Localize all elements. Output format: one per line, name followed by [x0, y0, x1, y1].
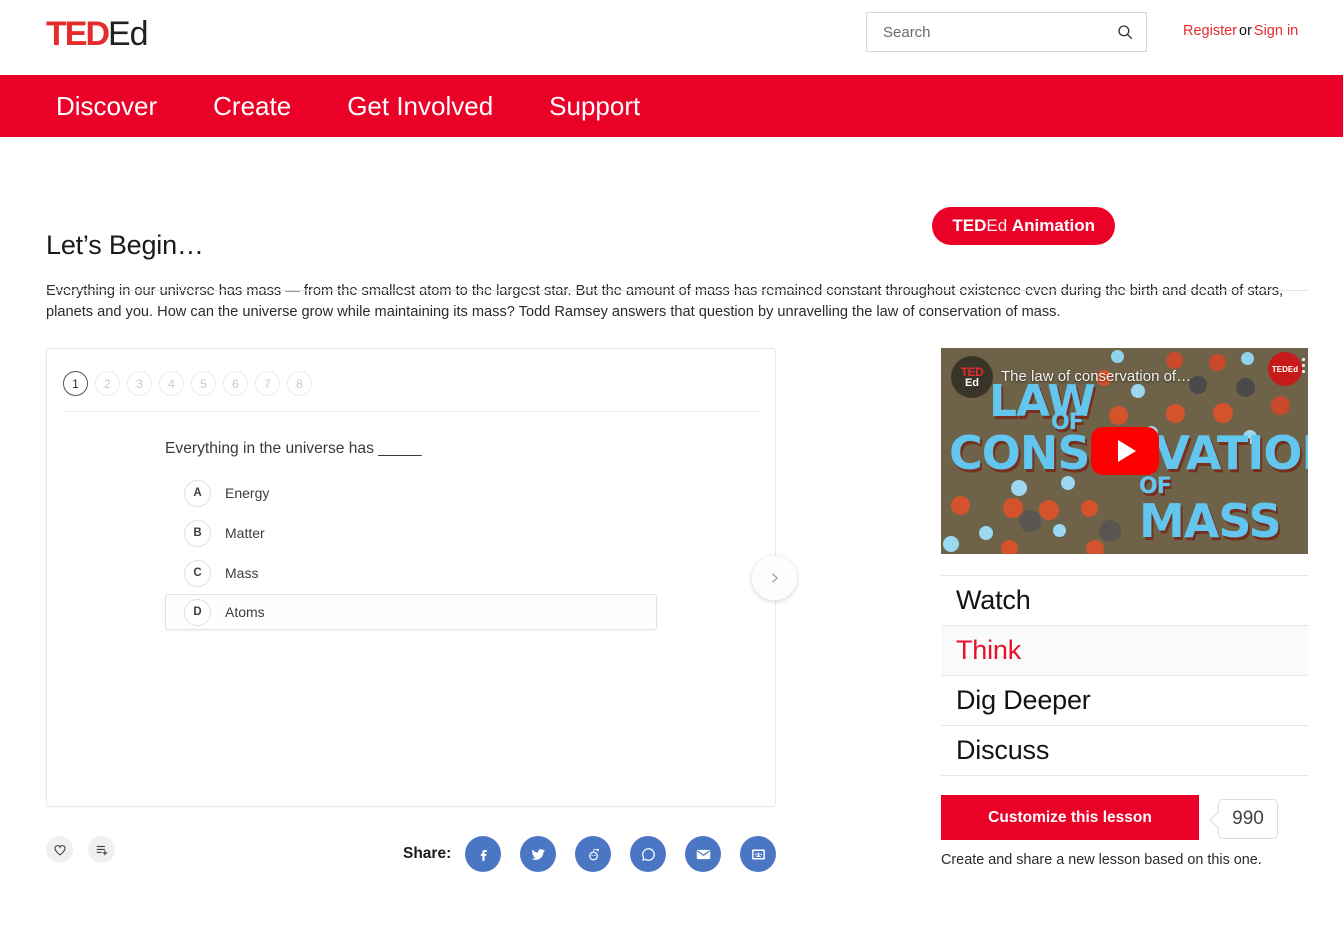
customize-row: Customize this lesson 990: [941, 795, 1308, 841]
lesson-actions: Share:: [46, 836, 777, 880]
site-header: TEDEd RegisterorSign in: [0, 0, 1343, 75]
page-title: Let’s Begin…: [46, 230, 204, 260]
share-label: Share:: [403, 845, 452, 863]
reddit-icon: [588, 848, 599, 861]
answer-text-a: Energy: [225, 485, 270, 502]
answer-letter-b: B: [184, 519, 211, 547]
share-reddit-button[interactable]: [575, 836, 612, 873]
lesson-intro: Let’s Begin… Everything in our universe …: [0, 230, 1343, 322]
favorite-button[interactable]: [46, 836, 73, 864]
question-number-3[interactable]: 3: [127, 371, 152, 397]
ted-ed-logo[interactable]: TEDEd: [46, 15, 149, 53]
answer-text-c: Mass: [225, 565, 259, 582]
answer-letter-d: D: [184, 598, 211, 626]
youtube-play-icon: [1117, 440, 1136, 463]
main-navigation: Discover Create Get Involved Support: [0, 75, 1343, 137]
badge-ed-text: Ed: [986, 216, 1008, 235]
facebook-icon: [480, 849, 487, 861]
poster-word-mass: MASS: [1139, 494, 1282, 549]
logo-ted-text: TED: [46, 15, 110, 53]
signin-link[interactable]: Sign in: [1254, 23, 1298, 39]
add-to-playlist-icon: [96, 845, 108, 856]
badge-animation-text: Animation: [1011, 216, 1095, 235]
badge-row: TEDEd Animation: [0, 137, 1343, 291]
question-number-4[interactable]: 4: [159, 371, 184, 397]
tab-dig-deeper[interactable]: Dig Deeper: [941, 676, 1308, 727]
video-channel-logo: TED Ed: [951, 356, 993, 399]
quiz-panel: 1 2 3 4 5 6 7 8 Everything in the univer…: [46, 348, 797, 808]
share-bar: Share:: [403, 836, 777, 873]
question-number-5[interactable]: 5: [191, 371, 216, 397]
customization-count-badge: 990: [1218, 799, 1278, 840]
nav-item-create[interactable]: Create: [213, 93, 291, 119]
google-classroom-icon: [751, 849, 765, 860]
ted-ed-animation-badge[interactable]: TEDEd Animation: [932, 207, 1115, 245]
answer-option-b[interactable]: B Matter: [165, 514, 657, 552]
nav-item-get-involved[interactable]: Get Involved: [347, 93, 493, 119]
chevron-right-icon: [771, 573, 779, 583]
twitter-icon: [531, 849, 545, 860]
next-question-button[interactable]: [752, 555, 797, 601]
customize-description: Create and share a new lesson based on t…: [941, 852, 1262, 869]
video-player[interactable]: LAW OF CONSERVATION OF MASS: [941, 348, 1308, 555]
search-box[interactable]: [866, 12, 1147, 52]
register-link[interactable]: Register: [1183, 23, 1237, 39]
heart-icon: [54, 845, 65, 856]
answer-letter-c: C: [184, 559, 211, 587]
share-facebook-button[interactable]: [465, 836, 502, 873]
auth-links: Register or Sign in: [1183, 23, 1298, 39]
question-number-1[interactable]: 1: [63, 371, 88, 397]
search-input[interactable]: [881, 22, 1116, 42]
tab-discuss[interactable]: Discuss: [941, 726, 1308, 777]
answer-list: A Energy B Matter C Mass D Atoms: [165, 474, 657, 631]
email-icon: [696, 849, 710, 860]
video-title[interactable]: The law of conservation of…: [1001, 368, 1191, 385]
video-menu-icon[interactable]: [1302, 358, 1305, 376]
quiz-column: 1 2 3 4 5 6 7 8 Everything in the univer…: [46, 348, 797, 880]
pagination-divider: [63, 411, 759, 413]
auth-separator: or: [1239, 23, 1252, 39]
lesson-tabs: Watch Think Dig Deeper Discuss: [941, 575, 1308, 777]
logo-ed-text: Ed: [108, 15, 149, 53]
share-whatsapp-button[interactable]: [630, 836, 667, 873]
question-number-2[interactable]: 2: [95, 371, 120, 397]
question-text: Everything in the universe has _____: [165, 440, 422, 458]
answer-letter-a: A: [184, 479, 211, 507]
tab-think[interactable]: Think: [941, 626, 1308, 677]
tab-watch[interactable]: Watch: [941, 576, 1308, 627]
question-pagination: 1 2 3 4 5 6 7 8: [47, 349, 775, 397]
search-icon[interactable]: [1116, 23, 1134, 41]
answer-option-c[interactable]: C Mass: [165, 554, 657, 592]
lesson-description: Everything in our universe has mass — fr…: [46, 283, 1284, 320]
section-divider: [46, 290, 1308, 291]
question-number-8[interactable]: 8: [287, 371, 312, 397]
answer-text-b: Matter: [225, 525, 265, 542]
sidebar-column: LAW OF CONSERVATION OF MASS: [941, 348, 1308, 871]
badge-ted-text: TED: [952, 216, 987, 235]
share-email-button[interactable]: [685, 836, 722, 873]
question-number-6[interactable]: 6: [223, 371, 248, 397]
customize-lesson-button[interactable]: Customize this lesson: [941, 795, 1199, 841]
answer-option-a[interactable]: A Energy: [165, 474, 657, 512]
add-to-playlist-button[interactable]: [88, 836, 116, 864]
share-google-classroom-button[interactable]: [740, 836, 777, 873]
share-twitter-button[interactable]: [520, 836, 557, 873]
answer-option-d[interactable]: D Atoms: [165, 594, 657, 631]
whatsapp-icon: [641, 848, 655, 861]
video-logo-ed: Ed: [964, 376, 980, 389]
video-watermark: TEDEd: [1268, 352, 1302, 387]
answer-text-d: Atoms: [225, 604, 265, 621]
video-play-button[interactable]: [1090, 427, 1159, 476]
question-number-7[interactable]: 7: [255, 371, 280, 397]
nav-item-support[interactable]: Support: [549, 93, 640, 119]
main-content: 1 2 3 4 5 6 7 8 Everything in the univer…: [0, 348, 1343, 880]
nav-item-discover[interactable]: Discover: [56, 93, 157, 119]
